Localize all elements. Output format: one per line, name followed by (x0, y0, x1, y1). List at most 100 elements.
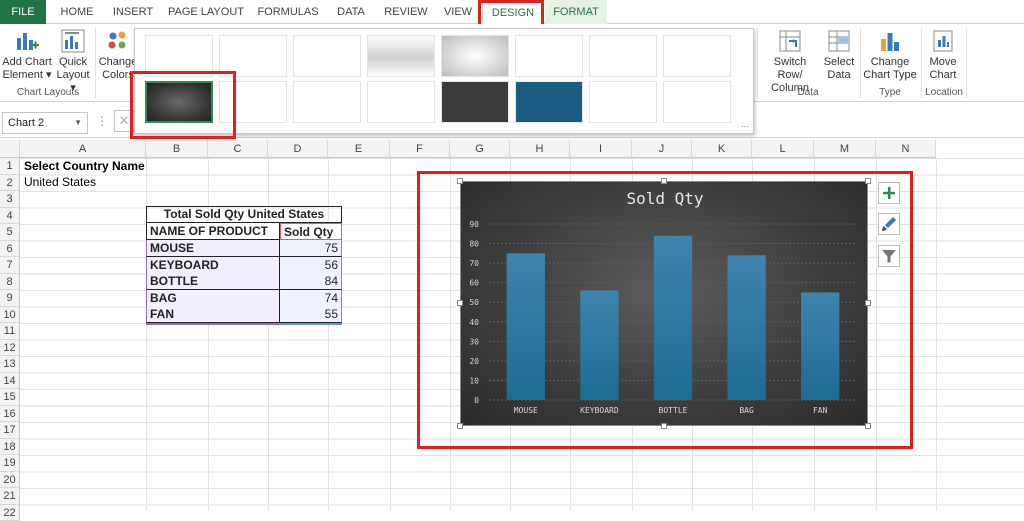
row-header-12[interactable]: 12 (0, 340, 20, 357)
chart-styles-button[interactable] (878, 213, 900, 235)
row-header-1[interactable]: 1 (0, 158, 20, 175)
row-header-10[interactable]: 10 (0, 307, 20, 324)
row-header-16[interactable]: 16 (0, 406, 20, 423)
column-header-b[interactable]: B (146, 140, 208, 158)
row-header-4[interactable]: 4 (0, 208, 20, 225)
name-box[interactable]: Chart 2 ▼ (2, 112, 88, 134)
table-row-qty[interactable]: 84 (280, 273, 342, 290)
resize-handle[interactable] (457, 178, 463, 184)
chart-style-thumb-5[interactable] (441, 35, 509, 77)
column-header-f[interactable]: F (390, 140, 450, 158)
tab-formulas[interactable]: FORMULAS (252, 0, 324, 24)
row-header-15[interactable]: 15 (0, 389, 20, 406)
column-header-k[interactable]: K (692, 140, 752, 158)
row-header-9[interactable]: 9 (0, 290, 20, 307)
resize-handle[interactable] (661, 178, 667, 184)
bar-bottle[interactable] (654, 236, 692, 400)
bar-bag[interactable] (727, 255, 765, 400)
row-header-17[interactable]: 17 (0, 422, 20, 439)
tab-file[interactable]: FILE (0, 0, 46, 24)
chart-style-thumb-15[interactable] (589, 81, 657, 123)
chart-style-thumb-16[interactable] (663, 81, 731, 123)
chart-style-thumb-12[interactable] (367, 81, 435, 123)
select-all-corner[interactable] (0, 140, 20, 158)
tab-home[interactable]: HOME (52, 0, 102, 24)
column-header-n[interactable]: N (876, 140, 936, 158)
chart-style-thumb-3[interactable] (293, 35, 361, 77)
bar-fan[interactable] (801, 292, 839, 400)
chart-style-thumb-6[interactable] (515, 35, 583, 77)
table-row-qty[interactable]: 75 (280, 240, 342, 257)
tab-review[interactable]: REVIEW (378, 0, 434, 24)
table-row-qty[interactable]: 74 (280, 290, 342, 307)
table-row-qty[interactable]: 55 (280, 306, 342, 323)
row-header-5[interactable]: 5 (0, 224, 20, 241)
column-header-i[interactable]: I (570, 140, 632, 158)
chart-filters-button[interactable] (878, 245, 900, 267)
table-row-product[interactable]: BOTTLE (146, 273, 280, 290)
row-header-7[interactable]: 7 (0, 257, 20, 274)
row-header-11[interactable]: 11 (0, 323, 20, 340)
select-data-button[interactable]: Select Data (822, 28, 856, 82)
resize-handle[interactable] (457, 423, 463, 429)
cell-a1[interactable]: Select Country Name (24, 158, 145, 174)
chart-style-thumb-8[interactable] (663, 35, 731, 77)
column-header-g[interactable]: G (450, 140, 510, 158)
table-title[interactable]: Total Sold Qty United States (146, 206, 342, 223)
bar-mouse[interactable] (507, 253, 545, 400)
resize-handle[interactable] (865, 423, 871, 429)
table-row-product[interactable]: FAN (146, 306, 280, 323)
table-row-product[interactable]: BAG (146, 290, 280, 307)
row-header-22[interactable]: 22 (0, 505, 20, 521)
add-chart-element-button[interactable]: Add Chart Element ▾ (2, 28, 52, 82)
tab-page-layout[interactable]: PAGE LAYOUT (164, 0, 248, 24)
move-chart-button[interactable]: Move Chart (924, 28, 962, 82)
row-header-14[interactable]: 14 (0, 373, 20, 390)
column-header-m[interactable]: M (814, 140, 876, 158)
table-row-product[interactable]: MOUSE (146, 240, 280, 257)
chart-elements-button[interactable] (878, 182, 900, 204)
row-header-3[interactable]: 3 (0, 191, 20, 208)
row-header-8[interactable]: 8 (0, 274, 20, 291)
resize-handle[interactable] (865, 300, 871, 306)
column-header-d[interactable]: D (268, 140, 328, 158)
bar-keyboard[interactable] (580, 290, 618, 400)
switch-row-column-button[interactable]: Switch Row/ Column (760, 28, 820, 95)
resize-grip-icon[interactable]: ⋯ (741, 122, 749, 131)
table-row-qty[interactable]: 56 (280, 257, 342, 274)
column-header-h[interactable]: H (510, 140, 570, 158)
resize-handle[interactable] (457, 300, 463, 306)
tab-insert[interactable]: INSERT (106, 0, 160, 24)
row-header-18[interactable]: 18 (0, 439, 20, 456)
bar-chart[interactable]: Sold Qty0102030405060708090MOUSEKEYBOARD… (460, 181, 868, 426)
header-qty[interactable]: Sold Qty (280, 223, 342, 240)
chart-style-thumb-11[interactable] (293, 81, 361, 123)
row-header-6[interactable]: 6 (0, 241, 20, 258)
row-header-21[interactable]: 21 (0, 488, 20, 505)
cell-a2[interactable]: United States (24, 174, 96, 190)
tab-view[interactable]: VIEW (438, 0, 478, 24)
resize-handle[interactable] (661, 423, 667, 429)
table-row-product[interactable]: KEYBOARD (146, 257, 280, 274)
row-header-20[interactable]: 20 (0, 472, 20, 489)
row-header-19[interactable]: 19 (0, 455, 20, 472)
tab-data[interactable]: DATA (328, 0, 374, 24)
header-product[interactable]: NAME OF PRODUCT (146, 223, 280, 240)
chart-title[interactable]: Sold Qty (626, 189, 703, 208)
column-header-e[interactable]: E (328, 140, 390, 158)
row-header-13[interactable]: 13 (0, 356, 20, 373)
chevron-down-icon[interactable]: ▼ (74, 113, 82, 133)
resize-handle[interactable] (865, 178, 871, 184)
change-chart-type-button[interactable]: Change Chart Type (862, 28, 918, 82)
column-header-l[interactable]: L (752, 140, 814, 158)
chart-style-thumb-13[interactable] (441, 81, 509, 123)
chart-style-thumb-14[interactable] (515, 81, 583, 123)
chart-style-thumb-4[interactable] (367, 35, 435, 77)
chart-style-thumb-7[interactable] (589, 35, 657, 77)
row-header-2[interactable]: 2 (0, 175, 20, 192)
quick-layout-button[interactable]: Quick Layout ▾ (54, 28, 92, 95)
tab-format[interactable]: FORMAT (545, 0, 607, 24)
column-header-c[interactable]: C (208, 140, 268, 158)
column-header-j[interactable]: J (632, 140, 692, 158)
column-header-a[interactable]: A (20, 140, 146, 158)
